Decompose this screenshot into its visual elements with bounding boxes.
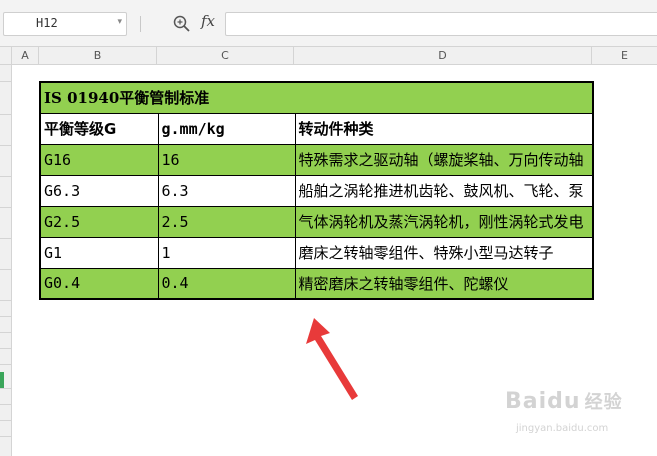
- grade-cell[interactable]: G0.4: [39, 267, 159, 300]
- row-divider: [0, 388, 11, 389]
- red-arrow-icon: [306, 318, 358, 400]
- baidu-watermark-logo: Baidu 经验: [505, 388, 623, 414]
- cell-reference: H12: [36, 16, 58, 30]
- selected-row-indicator: [0, 372, 4, 388]
- row-divider: [0, 300, 11, 301]
- balance-standard-table: IS 01940平衡管制标准 平衡等级G g.mm/kg 转动件种类 G16 1…: [39, 81, 594, 300]
- row-divider: [0, 145, 11, 146]
- row-divider: [0, 420, 11, 421]
- formula-input[interactable]: [225, 12, 657, 36]
- watermark-url: jingyan.baidu.com: [516, 423, 609, 434]
- table-title-row: IS 01940平衡管制标准: [39, 81, 594, 114]
- watermark-brand-cn: 经验: [584, 392, 623, 413]
- toolbar-divider: [140, 16, 141, 32]
- row-divider: [0, 436, 11, 437]
- value-cell[interactable]: 16: [157, 143, 296, 176]
- table-row: G6.3 6.3 船舶之涡轮推进机齿轮、鼓风机、飞轮、泵: [39, 174, 594, 207]
- header-cell[interactable]: 平衡等级G: [39, 112, 159, 145]
- value-cell[interactable]: 0.4: [157, 267, 296, 300]
- formula-bar: H12 ▾ fx: [0, 0, 657, 46]
- row-divider: [0, 269, 11, 270]
- row-divider: [0, 176, 11, 177]
- type-cell[interactable]: 气体涡轮机及蒸汽涡轮机，刚性涡轮式发电: [294, 205, 594, 238]
- name-box[interactable]: H12 ▾: [3, 12, 127, 36]
- table-row: G16 16 特殊需求之驱动轴（螺旋桨轴、万向传动轴: [39, 143, 594, 176]
- table-title[interactable]: IS 01940平衡管制标准: [39, 81, 594, 114]
- table-row: G2.5 2.5 气体涡轮机及蒸汽涡轮机，刚性涡轮式发电: [39, 205, 594, 238]
- column-header-b[interactable]: B: [39, 47, 157, 64]
- column-header-c[interactable]: C: [157, 47, 294, 64]
- table-row: G1 1 磨床之转轴零组件、特殊小型马达转子: [39, 236, 594, 269]
- row-divider: [0, 348, 11, 349]
- zoom-icon[interactable]: [172, 14, 192, 34]
- function-icon[interactable]: fx: [201, 12, 215, 30]
- row-divider: [0, 364, 11, 365]
- value-cell[interactable]: 1: [157, 236, 296, 269]
- select-all-corner[interactable]: [0, 47, 12, 64]
- type-cell[interactable]: 磨床之转轴零组件、特殊小型马达转子: [294, 236, 594, 269]
- chevron-down-icon[interactable]: ▾: [117, 17, 122, 27]
- header-cell[interactable]: 转动件种类: [294, 112, 594, 145]
- row-divider: [0, 81, 11, 82]
- type-cell[interactable]: 船舶之涡轮推进机齿轮、鼓风机、飞轮、泵: [294, 174, 594, 207]
- column-header-d[interactable]: D: [294, 47, 592, 64]
- column-header-row: A B C D E: [0, 46, 657, 65]
- row-header-column: [0, 65, 12, 456]
- grade-cell[interactable]: G16: [39, 143, 159, 176]
- row-divider: [0, 207, 11, 208]
- value-cell[interactable]: 6.3: [157, 174, 296, 207]
- grade-cell[interactable]: G6.3: [39, 174, 159, 207]
- row-divider: [0, 238, 11, 239]
- type-cell[interactable]: 特殊需求之驱动轴（螺旋桨轴、万向传动轴: [294, 143, 594, 176]
- table-row: G0.4 0.4 精密磨床之转轴零组件、陀螺仪: [39, 267, 594, 300]
- type-cell[interactable]: 精密磨床之转轴零组件、陀螺仪: [294, 267, 594, 300]
- row-divider: [0, 332, 11, 333]
- column-header-e[interactable]: E: [592, 47, 657, 64]
- grade-cell[interactable]: G1: [39, 236, 159, 269]
- table-header-row: 平衡等级G g.mm/kg 转动件种类: [39, 112, 594, 145]
- watermark-brand: Baidu: [505, 389, 581, 414]
- grade-cell[interactable]: G2.5: [39, 205, 159, 238]
- row-divider: [0, 114, 11, 115]
- column-header-a[interactable]: A: [12, 47, 39, 64]
- value-cell[interactable]: 2.5: [157, 205, 296, 238]
- header-cell[interactable]: g.mm/kg: [157, 112, 296, 145]
- row-divider: [0, 316, 11, 317]
- row-divider: [0, 404, 11, 405]
